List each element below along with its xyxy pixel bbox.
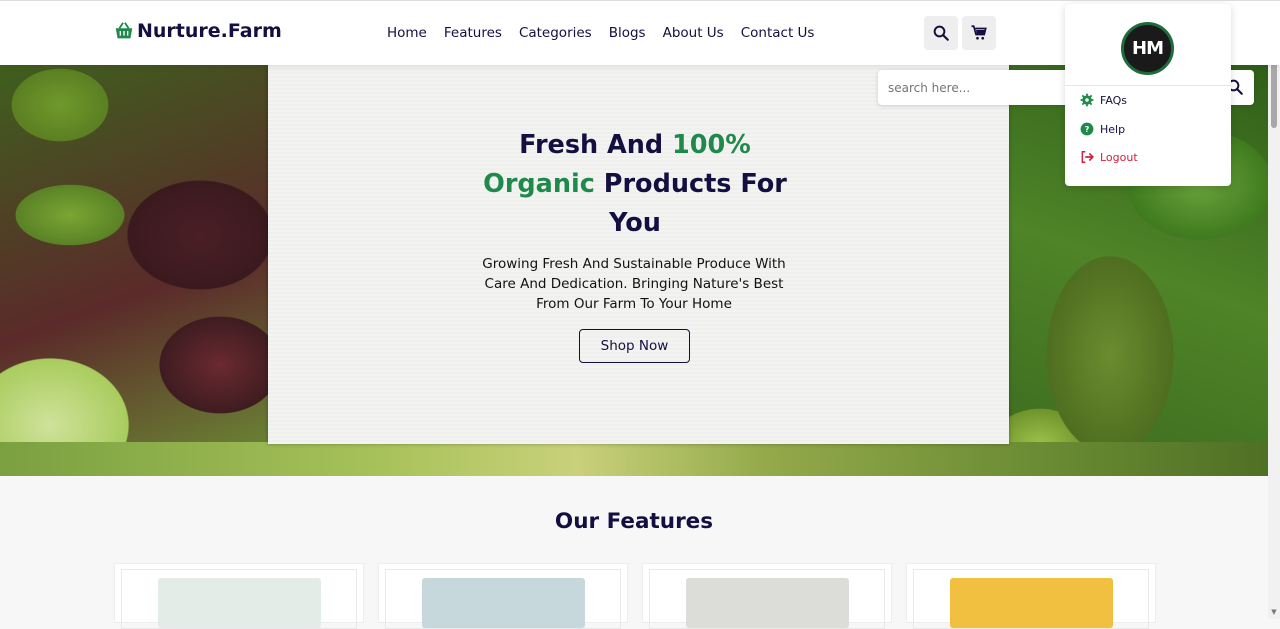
user-menu-dropdown: HM FAQs ? Help Logout [1065,4,1231,186]
hero-subtitle: Growing Fresh And Sustainable Produce Wi… [482,256,786,312]
nav-blogs[interactable]: Blogs [609,24,646,42]
feature-card[interactable] [114,563,364,629]
features-title: Our Features [554,509,714,534]
hero-title: Fresh And 100% Organic Products For You [483,130,787,238]
feature-image-cart [422,578,585,628]
feature-card[interactable] [378,563,628,629]
feature-card[interactable] [906,563,1156,629]
menu-item-faqs[interactable]: FAQs [1080,93,1127,107]
feature-card[interactable] [642,563,892,629]
nav-features[interactable]: Features [444,24,502,42]
nav-about-us[interactable]: About Us [663,24,724,42]
nav-home[interactable]: Home [387,24,427,42]
menu-divider [1065,85,1231,86]
main-nav: Home Features Categories Blogs About Us … [387,24,831,42]
basket-icon [115,22,133,39]
logout-icon [1081,151,1094,163]
avatar[interactable]: HM [1121,22,1174,75]
gear-icon [1080,93,1094,107]
features-section: Our Features [0,476,1280,629]
menu-item-help[interactable]: ? Help [1080,122,1125,136]
cart-button[interactable] [962,16,996,50]
svg-text:?: ? [1085,124,1090,134]
hero-background-bottom [0,442,1280,476]
nav-categories[interactable]: Categories [519,24,592,42]
search-toggle-button[interactable] [924,16,958,50]
question-circle-icon: ? [1080,122,1094,136]
cart-icon [971,25,987,40]
feature-image-delivery [686,578,849,628]
brand-name: Nurture.Farm [137,20,282,42]
hero-background-left [0,65,270,476]
scroll-down-arrow-icon[interactable]: ▼ [1270,608,1278,616]
nav-contact-us[interactable]: Contact Us [741,24,815,42]
page-scrollbar[interactable]: ▲ ▼ [1268,0,1280,619]
feature-image-support [950,578,1113,628]
menu-item-logout[interactable]: Logout [1080,150,1138,164]
shop-now-button[interactable]: Shop Now [579,329,690,363]
search-icon [933,25,949,41]
feature-image-plants [158,578,321,628]
brand-logo[interactable]: Nurture.Farm [113,20,282,42]
